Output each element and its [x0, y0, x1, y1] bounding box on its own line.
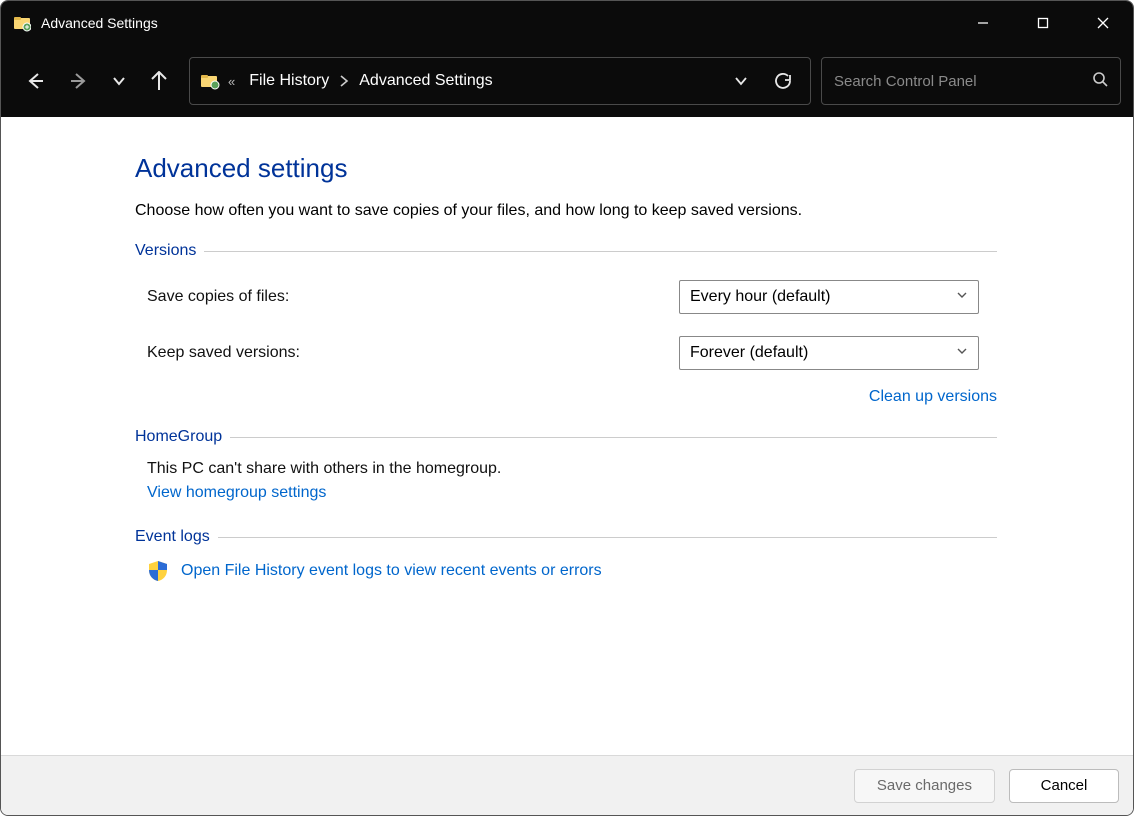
search-icon	[1092, 71, 1108, 92]
window-controls	[953, 1, 1133, 45]
address-bar[interactable]: « File History Advanced Settings	[189, 57, 811, 105]
recent-locations-button[interactable]	[101, 59, 137, 103]
app-icon	[13, 14, 31, 32]
group-label-eventlogs: Event logs	[135, 528, 218, 546]
search-input[interactable]	[834, 73, 1092, 90]
up-button[interactable]	[137, 59, 181, 103]
divider	[230, 437, 997, 438]
save-changes-button[interactable]: Save changes	[854, 769, 995, 803]
page-title: Advanced settings	[135, 153, 997, 184]
address-dropdown-button[interactable]	[720, 60, 762, 102]
save-copies-combobox[interactable]: Every hour (default)	[679, 280, 979, 314]
breadcrumb-advanced-settings[interactable]: Advanced Settings	[353, 68, 498, 94]
keep-versions-value: Forever (default)	[690, 344, 808, 362]
save-copies-label: Save copies of files:	[147, 288, 679, 306]
page-description: Choose how often you want to save copies…	[135, 202, 997, 220]
back-button[interactable]	[13, 59, 57, 103]
window-title: Advanced Settings	[41, 15, 158, 31]
chevron-down-icon	[956, 344, 968, 362]
group-label-homegroup: HomeGroup	[135, 428, 230, 446]
close-button[interactable]	[1073, 1, 1133, 45]
chevron-right-icon	[339, 74, 349, 88]
group-header-versions: Versions	[135, 242, 997, 260]
chevron-down-icon	[956, 288, 968, 306]
save-copies-value: Every hour (default)	[690, 288, 831, 306]
divider	[204, 251, 997, 252]
folder-icon	[200, 71, 220, 91]
navigation-bar: « File History Advanced Settings	[1, 45, 1133, 117]
shield-icon	[147, 560, 169, 582]
content-area: Advanced settings Choose how often you w…	[1, 117, 1133, 755]
event-logs-link[interactable]: Open File History event logs to view rec…	[181, 562, 602, 580]
cancel-button[interactable]: Cancel	[1009, 769, 1119, 803]
maximize-button[interactable]	[1013, 1, 1073, 45]
breadcrumb-file-history[interactable]: File History	[243, 68, 335, 94]
homegroup-settings-link[interactable]: View homegroup settings	[147, 484, 326, 501]
minimize-button[interactable]	[953, 1, 1013, 45]
group-header-homegroup: HomeGroup	[135, 428, 997, 446]
keep-versions-label: Keep saved versions:	[147, 344, 679, 362]
divider	[218, 537, 997, 538]
breadcrumb-overflow-icon[interactable]: «	[228, 74, 235, 89]
homegroup-message: This PC can't share with others in the h…	[147, 460, 997, 478]
keep-versions-combobox[interactable]: Forever (default)	[679, 336, 979, 370]
forward-button[interactable]	[57, 59, 101, 103]
cleanup-versions-link[interactable]: Clean up versions	[869, 388, 997, 406]
search-box[interactable]	[821, 57, 1121, 105]
refresh-button[interactable]	[762, 60, 804, 102]
window-frame: Advanced Settings	[0, 0, 1134, 816]
group-header-eventlogs: Event logs	[135, 528, 997, 546]
footer-bar: Save changes Cancel	[1, 755, 1133, 815]
title-bar: Advanced Settings	[1, 1, 1133, 45]
group-label-versions: Versions	[135, 242, 204, 260]
